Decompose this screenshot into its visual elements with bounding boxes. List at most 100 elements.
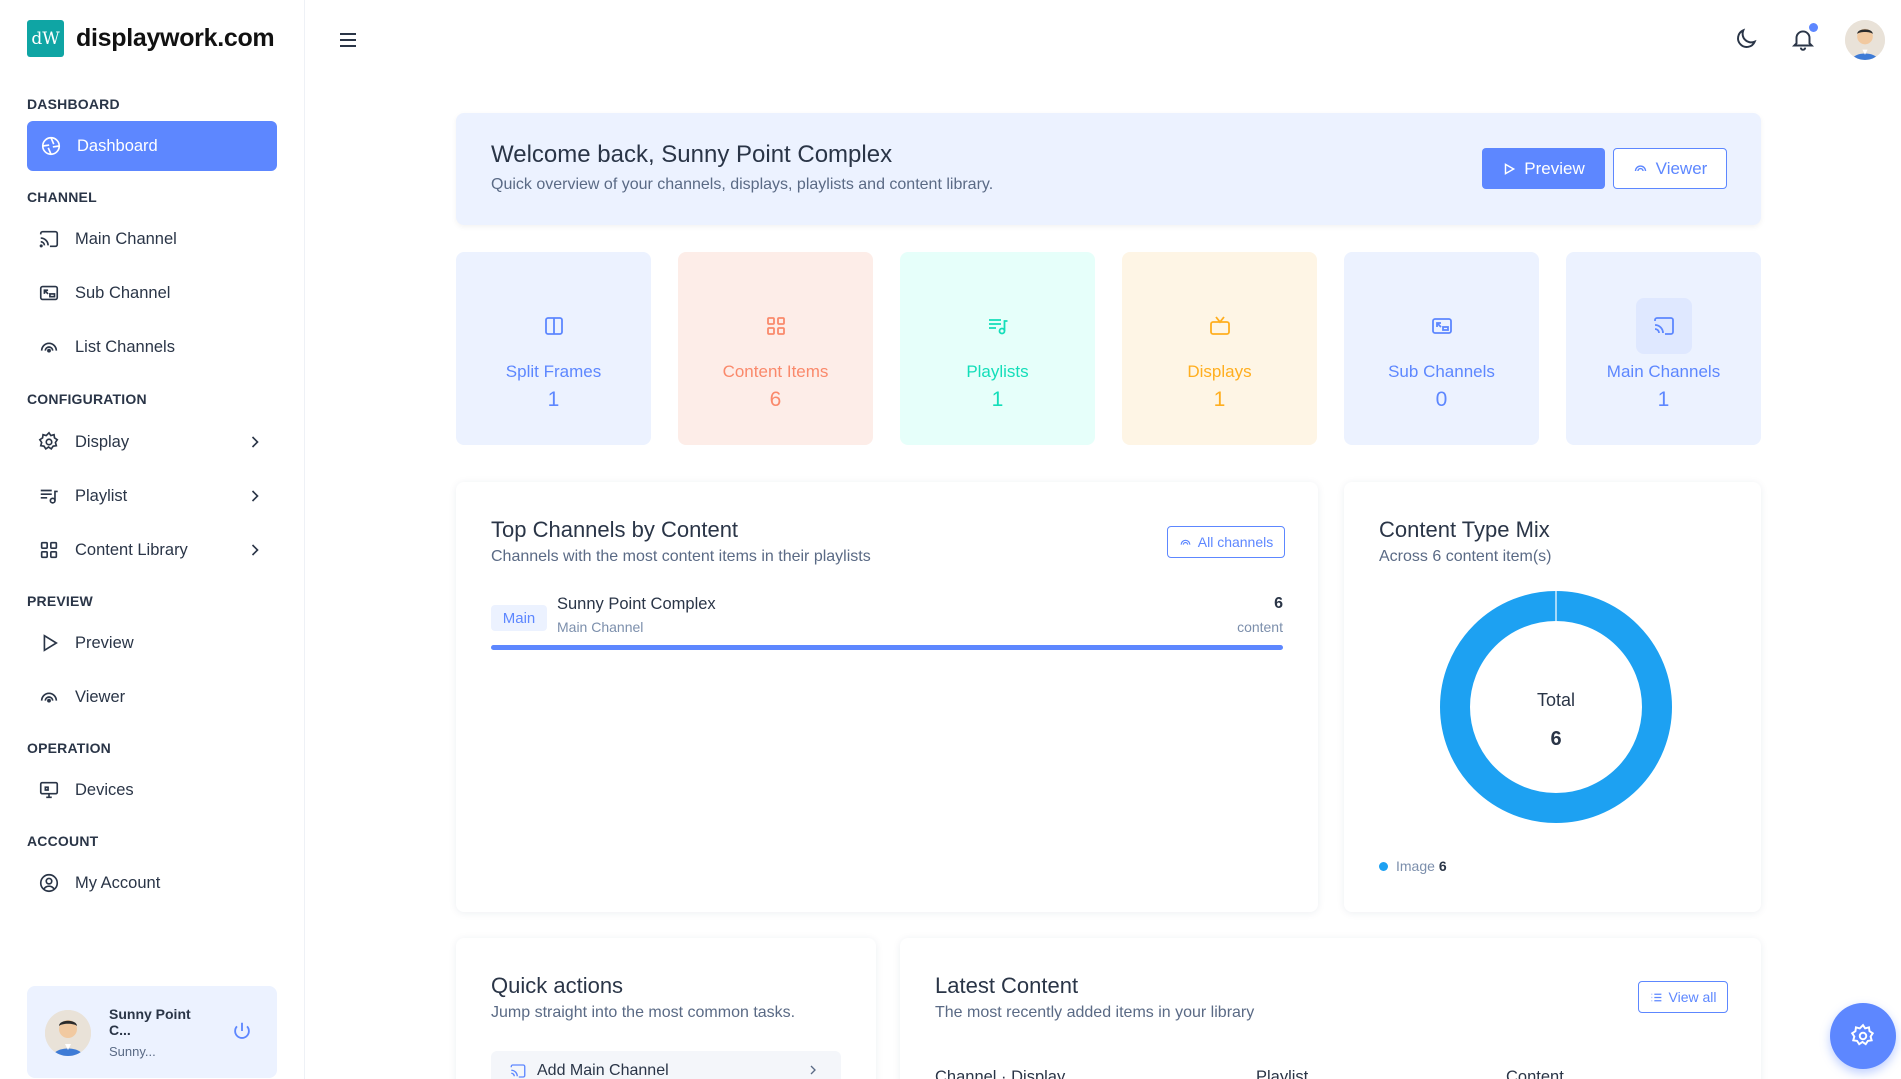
channel-progress-bar — [491, 645, 1283, 650]
top-channels-title: Top Channels by Content — [491, 517, 739, 542]
grid-icon — [748, 298, 804, 354]
section-preview: PREVIEW — [27, 593, 93, 609]
gear-icon — [1850, 1023, 1875, 1046]
stat-label: Playlists — [966, 362, 1029, 381]
legend-label: Image — [1396, 858, 1435, 874]
broadcast-icon — [37, 335, 61, 359]
chart-legend: Image 6 — [1379, 858, 1447, 874]
list-icon — [1651, 993, 1661, 1001]
stat-label: Main Channels — [1606, 362, 1721, 381]
sidebar-item-label: Viewer — [75, 687, 126, 706]
all-channels-label: All channels — [1197, 534, 1274, 550]
chevron-right-icon — [251, 544, 259, 556]
stat-card-playlists[interactable]: Playlists 1 — [900, 252, 1095, 445]
latest-content-subtitle: The most recently added items in your li… — [935, 1004, 1255, 1021]
page-title: Welcome back, Sunny Point Complex — [491, 141, 893, 168]
brand[interactable]: dW displaywork.com — [27, 20, 275, 57]
column-header: Playlist — [1256, 1068, 1309, 1079]
section-configuration: CONFIGURATION — [27, 391, 147, 407]
stat-card-content-items[interactable]: Content Items 6 — [678, 252, 873, 445]
settings-fab-button[interactable] — [1830, 1003, 1896, 1069]
stat-card-displays[interactable]: Displays 1 — [1122, 252, 1317, 445]
stat-label: Content Items — [722, 362, 829, 381]
sidebar-item-label: Preview — [75, 633, 134, 652]
viewer-button-label: Viewer — [1655, 158, 1708, 178]
content-type-mix-panel: Content Type Mix Across 6 content item(s… — [1344, 482, 1761, 912]
preview-button[interactable]: Preview — [1482, 148, 1605, 189]
sidebar-item-viewer[interactable]: Viewer — [27, 672, 277, 722]
cast-icon — [510, 1064, 526, 1078]
legend-dot — [1379, 861, 1388, 871]
all-channels-button[interactable]: All channels — [1167, 526, 1285, 558]
chevron-right-icon — [251, 436, 259, 448]
stat-value: 0 — [1435, 388, 1448, 411]
sidebar-item-list-channels[interactable]: List Channels — [27, 322, 277, 372]
channel-badge: Main — [491, 605, 547, 631]
sidebar-item-playlist[interactable]: Playlist — [27, 471, 277, 521]
picture-in-picture-icon — [1414, 298, 1470, 354]
sidebar-user-name: Sunny Point C... — [109, 1006, 191, 1038]
quick-actions-subtitle: Jump straight into the most common tasks… — [491, 1004, 796, 1021]
latest-content-panel: Latest Content The most recently added i… — [900, 938, 1761, 1079]
sidebar-item-dashboard[interactable]: Dashboard — [27, 121, 277, 171]
stat-label: Displays — [1187, 362, 1252, 381]
sidebar-item-label: List Channels — [75, 337, 175, 356]
preview-button-label: Preview — [1524, 158, 1585, 178]
column-header: Channel · Display — [935, 1068, 1066, 1079]
stat-label: Sub Channels — [1388, 362, 1495, 381]
channel-count: 6 — [1274, 595, 1283, 612]
section-dashboard: DASHBOARD — [27, 96, 120, 112]
welcome-subtitle: Quick overview of your channels, display… — [491, 176, 994, 193]
play-icon — [37, 631, 61, 655]
sidebar-item-sub-channel[interactable]: Sub Channel — [27, 268, 277, 318]
sidebar-item-label: Display — [75, 432, 130, 451]
stat-value: 1 — [991, 388, 1004, 411]
channel-type: Main Channel — [557, 619, 644, 635]
brand-name: displaywork.com — [76, 24, 275, 52]
stat-card-main-channels[interactable]: Main Channels 1 — [1566, 252, 1761, 445]
viewer-button[interactable]: Viewer — [1613, 148, 1727, 189]
view-all-label: View all — [1668, 989, 1717, 1005]
avatar[interactable] — [1845, 20, 1885, 60]
sidebar-item-content-library[interactable]: Content Library — [27, 525, 277, 575]
sidebar-item-label: My Account — [75, 873, 161, 892]
add-main-channel-button[interactable]: Add Main Channel — [491, 1051, 841, 1079]
sidebar-item-display[interactable]: Display — [27, 417, 277, 467]
stat-card-sub-channels[interactable]: Sub Channels 0 — [1344, 252, 1539, 445]
monitor-icon — [37, 778, 61, 802]
playlist-icon — [970, 298, 1026, 354]
sidebar-item-label: Devices — [75, 780, 134, 799]
broadcast-icon — [1634, 165, 1646, 172]
donut-chart: Total 6 — [1440, 591, 1672, 823]
notification-dot — [1809, 23, 1818, 32]
sidebar-item-my-account[interactable]: My Account — [27, 858, 277, 908]
channel-name: Sunny Point Complex — [557, 595, 716, 613]
avatar[interactable] — [45, 1010, 91, 1056]
sidebar-item-label: Content Library — [75, 540, 188, 559]
grid-icon — [37, 538, 61, 562]
sidebar-item-main-channel[interactable]: Main Channel — [27, 214, 277, 264]
stat-value: 6 — [769, 388, 782, 411]
table-row[interactable]: Main Sunny Point Complex Main Channel 6 … — [491, 595, 1283, 655]
stat-card-split-frames[interactable]: Split Frames 1 — [456, 252, 651, 445]
menu-icon[interactable] — [336, 28, 360, 52]
user-circle-icon — [37, 871, 61, 895]
sidebar-item-label: Dashboard — [77, 136, 158, 155]
power-icon[interactable] — [231, 1020, 253, 1042]
chevron-right-icon — [251, 490, 259, 502]
content-mix-title: Content Type Mix — [1379, 517, 1550, 542]
content-mix-subtitle: Across 6 content item(s) — [1379, 548, 1552, 565]
sidebar-item-preview[interactable]: Preview — [27, 618, 277, 668]
moon-icon[interactable] — [1733, 26, 1759, 52]
welcome-banner: Welcome back, Sunny Point Complex Quick … — [456, 113, 1761, 225]
cast-icon — [1635, 298, 1692, 354]
picture-in-picture-icon — [37, 281, 61, 305]
play-icon — [1505, 162, 1516, 175]
sidebar-item-label: Sub Channel — [75, 283, 171, 302]
sidebar-item-devices[interactable]: Devices — [27, 765, 277, 815]
sidebar-user-card: Sunny Point C... Sunny... — [27, 986, 277, 1078]
stat-value: 1 — [547, 388, 560, 411]
broadcast-icon — [37, 685, 61, 709]
cast-icon — [37, 227, 61, 251]
view-all-button[interactable]: View all — [1638, 981, 1728, 1013]
